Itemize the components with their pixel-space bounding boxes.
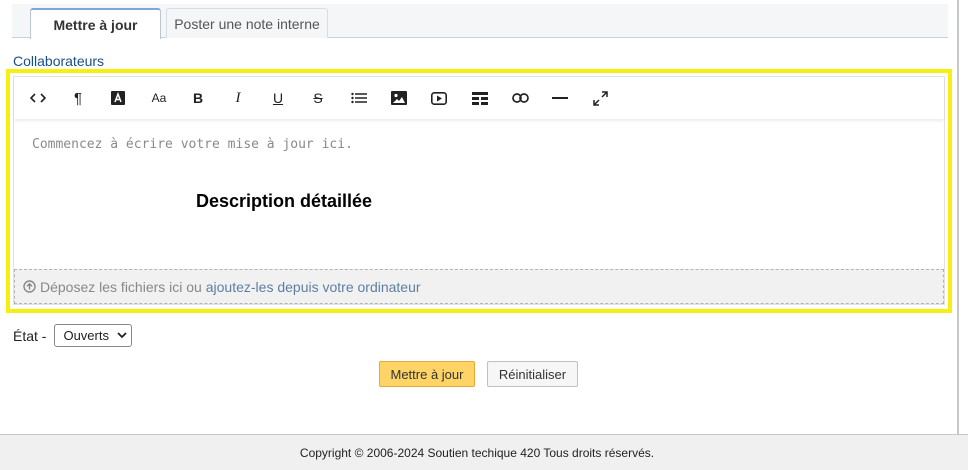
bullet-list-icon[interactable] [347, 87, 371, 109]
italic-icon[interactable]: I [226, 87, 250, 109]
table-icon[interactable] [468, 87, 492, 109]
chevron-down-icon [117, 332, 128, 339]
video-icon[interactable] [427, 87, 451, 109]
footer: Copyright © 2006-2024 Soutien techique 4… [0, 434, 968, 470]
rich-text-editor: ¶ Aa B I U S Commencez à écrire votre mi… [13, 76, 945, 305]
editor-placeholder[interactable]: Commencez à écrire votre mise à jour ici… [32, 137, 353, 152]
code-view-icon[interactable] [26, 87, 50, 109]
link-icon[interactable] [508, 87, 532, 109]
paragraph-icon[interactable]: ¶ [66, 87, 90, 109]
state-select-value: Ouverts [63, 328, 109, 343]
tab-update[interactable]: Mettre à jour [30, 8, 161, 39]
editor-toolbar: ¶ Aa B I U S [14, 77, 944, 119]
dropzone-text: Déposez les fichiers ici ou [40, 278, 202, 295]
state-select[interactable]: Ouverts [54, 324, 133, 347]
underline-icon[interactable]: U [266, 87, 290, 109]
footer-copyright: Copyright © 2006-2024 Soutien techique 4… [299, 445, 655, 460]
file-dropzone[interactable]: Déposez les fichiers ici ou ajoutez-les … [14, 269, 944, 304]
state-row: État - Ouverts [13, 324, 133, 347]
fullscreen-icon[interactable] [588, 87, 612, 109]
description-overlay-label: Description détaillée [196, 191, 373, 211]
collaborators-link[interactable]: Collaborateurs [13, 53, 104, 69]
page: Mettre à jour Poster une note interne Co… [0, 0, 968, 470]
tab-bar: Mettre à jour Poster une note interne [12, 4, 948, 39]
page-right-border [957, 0, 959, 434]
reset-button[interactable]: Réinitialiser [487, 361, 578, 387]
update-button[interactable]: Mettre à jour [379, 361, 475, 387]
image-icon[interactable] [387, 87, 411, 109]
bold-icon[interactable]: B [186, 87, 210, 109]
upload-icon [23, 280, 36, 293]
state-label: État - [13, 327, 47, 344]
strikethrough-icon[interactable]: S [306, 87, 330, 109]
font-size-icon[interactable]: Aa [147, 87, 171, 109]
text-color-icon[interactable] [106, 87, 130, 109]
horizontal-rule-icon[interactable] [548, 87, 572, 109]
tab-internal-note[interactable]: Poster une note interne [166, 8, 328, 38]
dropzone-browse-link[interactable]: ajoutez-les depuis votre ordinateur [206, 279, 421, 295]
